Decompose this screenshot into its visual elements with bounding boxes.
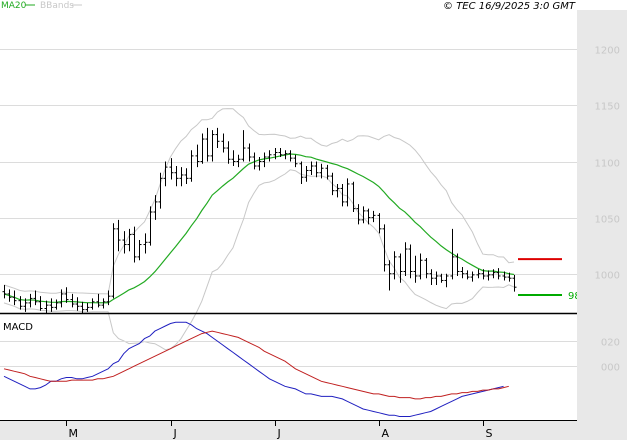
x-tick-label: S — [486, 427, 493, 440]
macd-line — [3, 321, 504, 417]
legend-ma20: MA20 — [1, 1, 27, 11]
macd-tick-label: 000 — [601, 363, 620, 374]
macd-lines — [3, 321, 509, 417]
x-tick-label: J — [173, 427, 177, 440]
x-tick-label: J — [277, 427, 281, 440]
price-panel-bg — [0, 10, 577, 313]
legend-bbands: BBands — [40, 1, 74, 11]
price-tick-label: 1150 — [595, 102, 620, 113]
price-tick-label: 1200 — [595, 46, 620, 57]
price-tick-label: 1050 — [595, 215, 620, 226]
copyright-text: © TEC 16/9/2025 3:0 GMT — [443, 1, 576, 12]
price-tick-label: 1000 — [595, 271, 620, 282]
x-tick-label: M — [69, 427, 79, 440]
x-tick-label: A — [382, 427, 390, 440]
macd-gridlines — [0, 341, 577, 367]
price-tick-label: 1100 — [595, 159, 620, 170]
stock-chart: 1013981 10001050110011501200 000020 MACD… — [0, 1, 627, 440]
macd-tick-label: 020 — [601, 338, 620, 349]
macd-title: MACD — [3, 322, 33, 333]
